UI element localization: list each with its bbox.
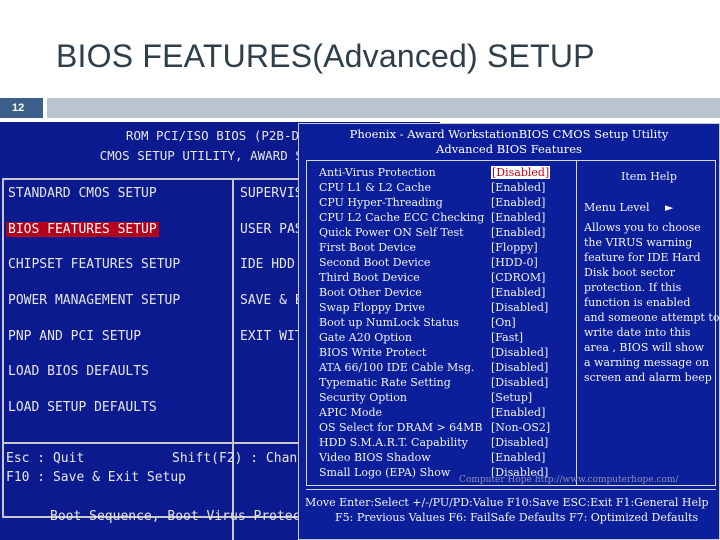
option-value[interactable]: [Enabled] xyxy=(491,451,545,464)
slide-title: BIOS FEATURES(Advanced) SETUP xyxy=(56,38,595,74)
menu-level-label: Menu Level xyxy=(584,201,650,214)
slide-number: 12 xyxy=(0,98,43,118)
option-label[interactable]: Swap Floppy Drive xyxy=(319,301,425,314)
help-line: Allows you to choose xyxy=(584,221,701,234)
option-label[interactable]: APIC Mode xyxy=(319,406,382,419)
help-line: screen and alarm beep xyxy=(584,371,712,384)
option-value[interactable]: [Enabled] xyxy=(491,181,545,194)
option-label[interactable]: Boot up NumLock Status xyxy=(319,316,459,329)
option-value[interactable]: [Fast] xyxy=(491,331,523,344)
option-value[interactable]: [Floppy] xyxy=(491,241,538,254)
phoenix-title: Phoenix - Award WorkstationBIOS CMOS Set… xyxy=(349,127,669,141)
option-label[interactable]: CPU Hyper-Threading xyxy=(319,196,443,209)
option-value[interactable]: [Disabled] xyxy=(491,301,548,314)
option-label[interactable]: Security Option xyxy=(319,391,407,404)
help-line: Disk boot sector xyxy=(584,266,675,279)
watermark: Computer Hope http://www.computerhope.co… xyxy=(459,475,679,485)
option-value[interactable]: [Setup] xyxy=(491,391,532,404)
help-line: protection. If this xyxy=(584,281,682,294)
option-label[interactable]: Video BIOS Shadow xyxy=(319,451,431,464)
option-value[interactable]: [Enabled] xyxy=(491,196,545,209)
award-menu-divider xyxy=(232,178,234,540)
phoenix-key-legend-1: Move Enter:Select +/-/PU/PD:Value F10:Sa… xyxy=(305,496,709,509)
item-help-title: Item Help xyxy=(621,170,677,183)
option-value[interactable]: [Disabled] xyxy=(491,361,548,374)
header-bar xyxy=(47,98,720,118)
phoenix-footer-separator xyxy=(306,489,716,490)
option-value[interactable]: [Enabled] xyxy=(491,286,545,299)
option-label[interactable]: CPU L2 Cache ECC Checking xyxy=(319,211,484,224)
help-line: the VIRUS warning xyxy=(584,236,693,249)
menu-level-arrow-icon: ► xyxy=(665,201,674,214)
option-label[interactable]: Gate A20 Option xyxy=(319,331,412,344)
help-line: area , BIOS will show xyxy=(584,341,705,354)
help-line: and someone attempt to xyxy=(584,311,720,324)
option-value[interactable]: [Enabled] xyxy=(491,211,545,224)
option-label[interactable]: Boot Other Device xyxy=(319,286,422,299)
option-label[interactable]: CPU L1 & L2 Cache xyxy=(319,181,431,194)
menu-item-bios-features[interactable]: BIOS FEATURES SETUP xyxy=(6,222,159,237)
help-line: a warning message on xyxy=(584,356,710,369)
menu-item-load-setup-defaults[interactable]: LOAD SETUP DEFAULTS xyxy=(8,400,157,415)
option-label[interactable]: First Boot Device xyxy=(319,241,416,254)
menu-item-load-bios-defaults[interactable]: LOAD BIOS DEFAULTS xyxy=(8,364,149,379)
help-line: write date into this xyxy=(584,326,691,339)
option-value[interactable]: [Non-OS2] xyxy=(491,421,550,434)
award-key-shift-f2: Shift(F2) : Change xyxy=(172,451,313,466)
option-value[interactable]: [HDD-0] xyxy=(491,256,538,269)
help-line: function is enabled xyxy=(584,296,691,309)
option-value[interactable]: [On] xyxy=(491,316,516,329)
menu-level: Menu Level ► xyxy=(584,201,673,214)
award-status-line: Boot Sequence, Boot Virus Protection, xyxy=(50,509,340,524)
phoenix-help-divider xyxy=(576,160,577,486)
award-key-esc: Esc : Quit xyxy=(6,451,85,466)
phoenix-bios-screen: Phoenix - Award WorkstationBIOS CMOS Set… xyxy=(298,123,720,540)
option-value[interactable]: [CDROM] xyxy=(491,271,545,284)
option-label[interactable]: Quick Power ON Self Test xyxy=(319,226,464,239)
option-value[interactable]: [Enabled] xyxy=(491,226,545,239)
option-label[interactable]: Small Logo (EPA) Show xyxy=(319,466,450,479)
help-line: feature for IDE Hard xyxy=(584,251,701,264)
option-label[interactable]: BIOS Write Protect xyxy=(319,346,426,359)
option-label[interactable]: Third Boot Device xyxy=(319,271,420,284)
menu-item-chipset-features[interactable]: CHIPSET FEATURES SETUP xyxy=(8,257,180,272)
option-label[interactable]: ATA 66/100 IDE Cable Msg. xyxy=(319,361,474,374)
menu-item-pnp-pci[interactable]: PNP AND PCI SETUP xyxy=(8,329,141,344)
option-label[interactable]: HDD S.M.A.R.T. Capability xyxy=(319,436,468,449)
option-value[interactable]: [Disabled] xyxy=(491,376,548,389)
option-value[interactable]: [Enabled] xyxy=(491,406,545,419)
phoenix-subtitle: Advanced BIOS Features xyxy=(436,142,582,156)
option-label[interactable]: OS Select for DRAM > 64MB xyxy=(319,421,483,434)
award-key-f10: F10 : Save & Exit Setup xyxy=(6,470,187,485)
option-value[interactable]: [Disabled] xyxy=(491,166,551,179)
option-label[interactable]: Anti-Virus Protection xyxy=(319,166,436,179)
option-label[interactable]: Typematic Rate Setting xyxy=(319,376,451,389)
option-value[interactable]: [Disabled] xyxy=(491,436,548,449)
option-value[interactable]: [Disabled] xyxy=(491,346,548,359)
phoenix-key-legend-2: F5: Previous Values F6: FailSafe Default… xyxy=(335,511,699,524)
menu-item-power-management[interactable]: POWER MANAGEMENT SETUP xyxy=(8,293,180,308)
option-label[interactable]: Second Boot Device xyxy=(319,256,430,269)
menu-item-standard-cmos[interactable]: STANDARD CMOS SETUP xyxy=(8,186,157,201)
